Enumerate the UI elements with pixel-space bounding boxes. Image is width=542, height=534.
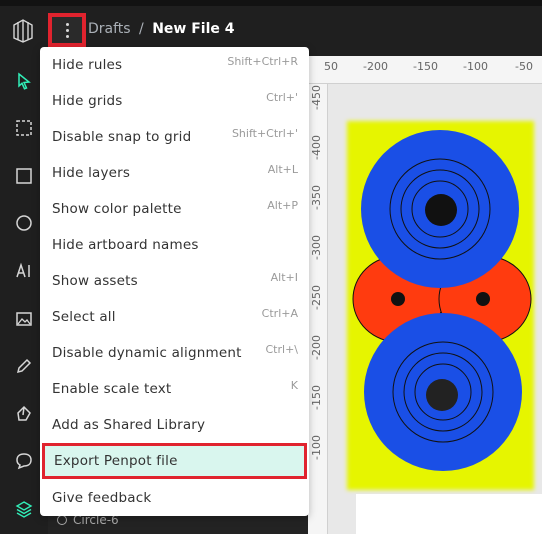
menu-item-hide-artboard-names[interactable]: Hide artboard names xyxy=(40,227,309,263)
menu-item-shortcut: Ctrl+A xyxy=(261,307,298,320)
menu-item-export-penpot-file[interactable]: Export Penpot file xyxy=(42,443,307,479)
menu-item-label: Hide artboard names xyxy=(52,237,199,253)
menu-item-shortcut: Shift+Ctrl+' xyxy=(231,127,298,140)
menu-item-label: Hide grids xyxy=(52,93,123,109)
canvas-viewport-edge xyxy=(356,494,542,534)
menu-item-label: Show assets xyxy=(52,273,138,289)
menu-item-shortcut: Ctrl+' xyxy=(266,91,298,104)
menu-item-give-feedback[interactable]: Give feedback xyxy=(40,480,309,516)
menu-item-hide-layers[interactable]: Hide layers Alt+L xyxy=(40,155,309,191)
menu-item-shortcut: Alt+P xyxy=(267,199,298,212)
menu-item-label: Enable scale text xyxy=(52,381,172,397)
menu-item-shortcut: Ctrl+\ xyxy=(265,343,299,356)
menu-item-disable-dynamic-alignment[interactable]: Disable dynamic alignment Ctrl+\ xyxy=(40,335,309,371)
menu-item-select-all[interactable]: Select all Ctrl+A xyxy=(40,299,309,335)
main-menu-dropdown: Hide rules Shift+Ctrl+R Hide grids Ctrl+… xyxy=(40,47,309,516)
menu-item-label: Disable dynamic alignment xyxy=(52,345,242,361)
menu-item-shortcut: K xyxy=(290,379,298,392)
menu-item-disable-snap[interactable]: Disable snap to grid Shift+Ctrl+' xyxy=(40,119,309,155)
menu-item-label: Select all xyxy=(52,309,116,325)
menu-item-label: Hide rules xyxy=(52,57,123,73)
menu-item-hide-grids[interactable]: Hide grids Ctrl+' xyxy=(40,83,309,119)
menu-item-shortcut: Alt+I xyxy=(270,271,298,284)
menu-item-hide-rules[interactable]: Hide rules Shift+Ctrl+R xyxy=(40,47,309,83)
target-center xyxy=(425,194,457,226)
menu-item-label: Add as Shared Library xyxy=(52,417,206,433)
menu-item-label: Show color palette xyxy=(52,201,182,217)
menu-item-label: Disable snap to grid xyxy=(52,129,192,145)
right-eye-dot xyxy=(476,292,490,306)
left-eye-dot xyxy=(391,292,405,306)
menu-item-enable-scale-text[interactable]: Enable scale text K xyxy=(40,371,309,407)
menu-item-label: Export Penpot file xyxy=(54,453,178,469)
menu-item-label: Hide layers xyxy=(52,165,131,181)
menu-item-show-assets[interactable]: Show assets Alt+I xyxy=(40,263,309,299)
menu-item-label: Give feedback xyxy=(52,490,152,506)
menu-item-show-color-palette[interactable]: Show color palette Alt+P xyxy=(40,191,309,227)
menu-item-shortcut: Shift+Ctrl+R xyxy=(227,55,298,68)
target-center xyxy=(426,379,458,411)
menu-item-add-shared-library[interactable]: Add as Shared Library xyxy=(40,407,309,443)
menu-item-shortcut: Alt+L xyxy=(267,163,298,176)
